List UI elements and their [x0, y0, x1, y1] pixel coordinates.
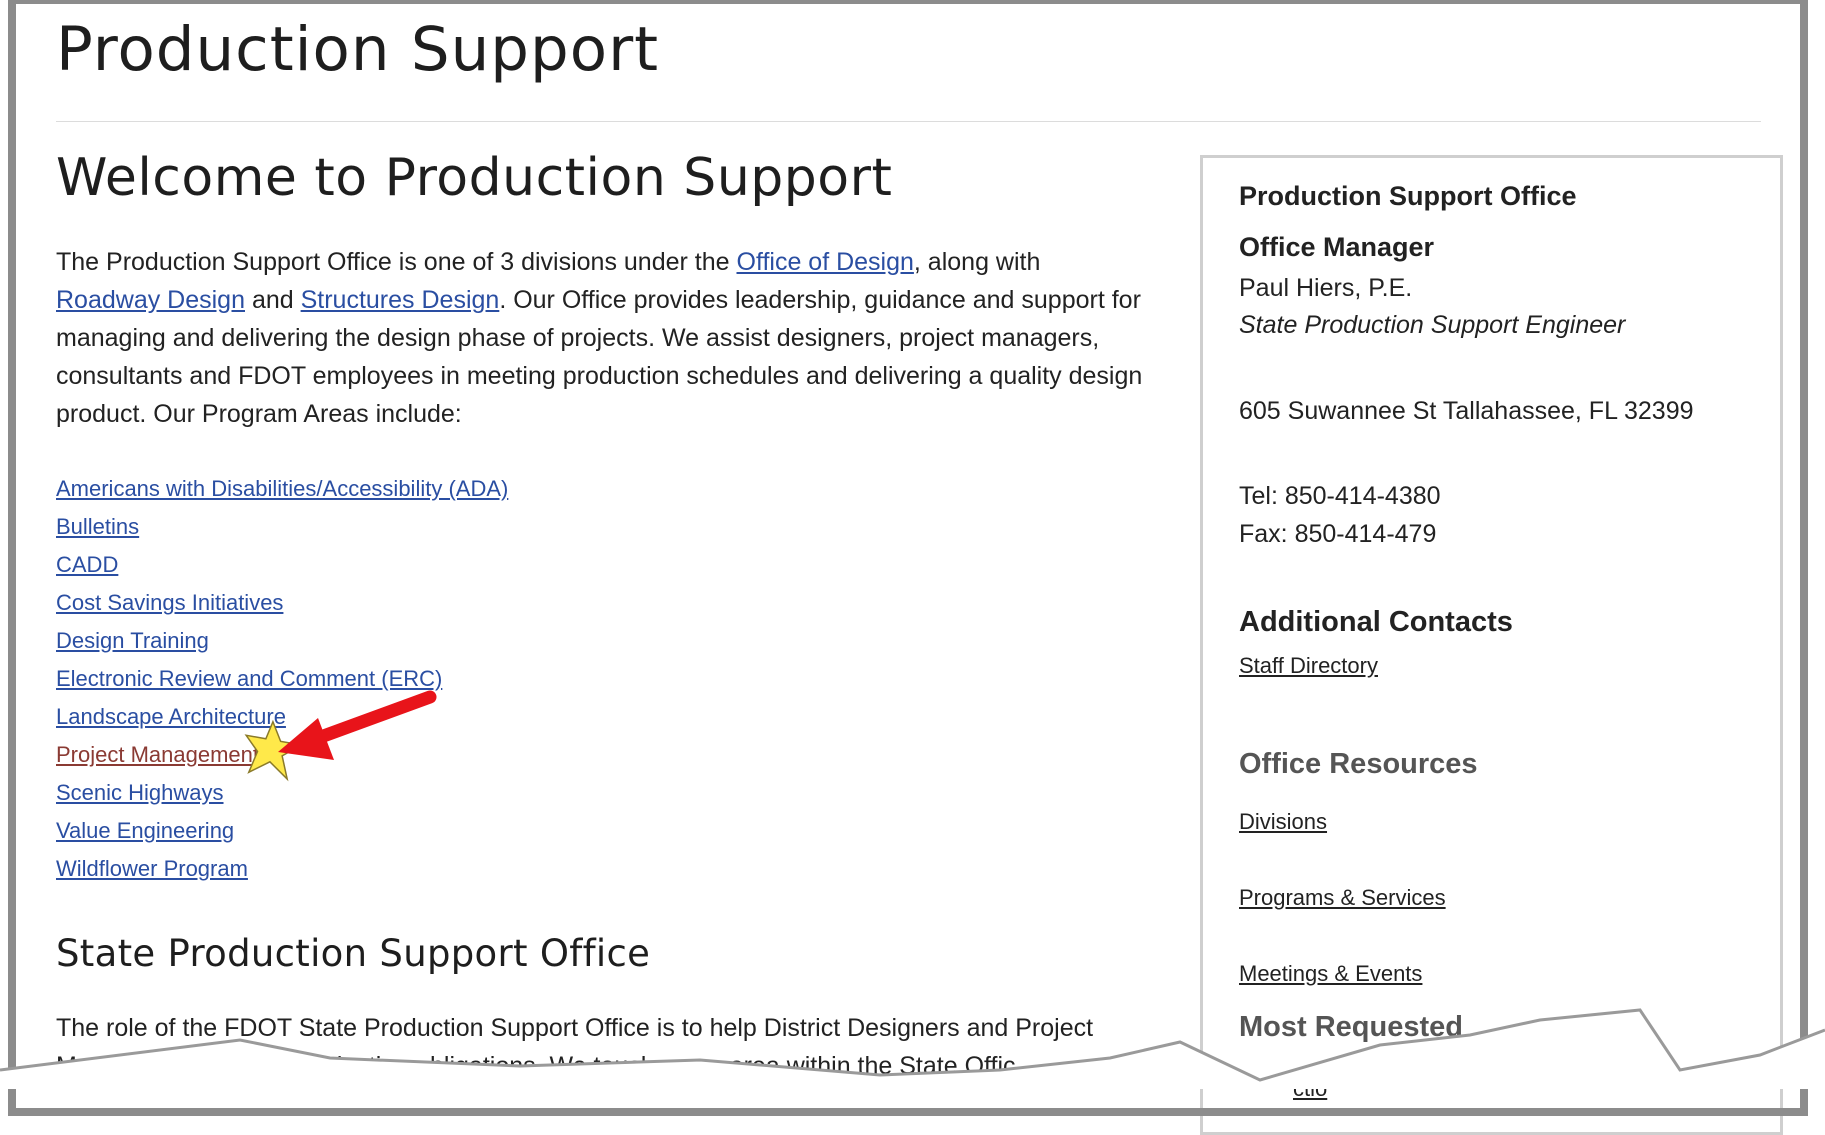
- program-link-value-engineering[interactable]: Value Engineering: [56, 818, 234, 843]
- page-title: Production Support: [56, 14, 660, 85]
- sidebar-manager-heading: Office Manager: [1239, 232, 1435, 262]
- office-tel: Tel: 850-414-4380: [1239, 482, 1441, 510]
- additional-contacts-heading: Additional Contacts: [1239, 606, 1513, 638]
- structures-design-link[interactable]: Structures Design: [301, 286, 500, 314]
- state-office-text: The role of the FDOT State Production Su…: [56, 1014, 1094, 1042]
- state-office-heading: State Production Support Office: [56, 932, 651, 975]
- program-link-scenic-highways[interactable]: Scenic Highways: [56, 780, 224, 805]
- state-office-text: Mana: [56, 1052, 119, 1080]
- list-item: Wildflower Program: [56, 850, 508, 888]
- program-link-cost-savings[interactable]: Cost Savings Initiatives: [56, 590, 283, 615]
- page-frame: Production Support Welcome to Production…: [0, 0, 1825, 1135]
- list-item: Bulletins: [56, 508, 508, 546]
- list-item: Landscape Architecture: [56, 698, 508, 736]
- program-link-ada[interactable]: Americans with Disabilities/Accessibilit…: [56, 476, 508, 501]
- program-link-design-training[interactable]: Design Training: [56, 628, 209, 653]
- program-link-landscape[interactable]: Landscape Architecture: [56, 704, 286, 729]
- list-item: Electronic Review and Comment (ERC): [56, 660, 508, 698]
- list-item: Cost Savings Initiatives: [56, 584, 508, 622]
- office-resources-heading: Office Resources: [1239, 748, 1478, 780]
- most-requested-link[interactable]: ctio: [1293, 1076, 1327, 1102]
- manager-name: Paul Hiers, P.E.: [1239, 274, 1413, 302]
- state-office-text: duction obligations. We touch every area…: [328, 1052, 1016, 1080]
- program-link-cadd[interactable]: CADD: [56, 552, 118, 577]
- welcome-heading: Welcome to Production Support: [56, 148, 893, 208]
- intro-paragraph: The Production Support Office is one of …: [56, 243, 1181, 433]
- program-link-project-management[interactable]: Project Management: [56, 742, 259, 767]
- intro-text: The Production Support Office is one of …: [56, 248, 737, 276]
- list-item: Americans with Disabilities/Accessibilit…: [56, 470, 508, 508]
- roadway-design-link[interactable]: Roadway Design: [56, 286, 245, 314]
- intro-text: , along with: [913, 248, 1041, 276]
- divisions-link[interactable]: Divisions: [1239, 809, 1327, 835]
- list-item: Scenic Highways: [56, 774, 508, 812]
- office-fax: Fax: 850-414-479: [1239, 520, 1437, 548]
- office-of-design-link[interactable]: Office of Design: [737, 248, 914, 276]
- program-link-bulletins[interactable]: Bulletins: [56, 514, 139, 539]
- office-address: 605 Suwannee St Tallahassee, FL 32399: [1239, 397, 1694, 425]
- state-office-paragraph: The role of the FDOT State Production Su…: [56, 1009, 1181, 1085]
- header-divider: [56, 121, 1761, 122]
- manager-role: State Production Support Engineer: [1239, 311, 1626, 339]
- meetings-events-link[interactable]: Meetings & Events: [1239, 961, 1422, 987]
- list-item: CADD: [56, 546, 508, 584]
- intro-text: and: [245, 286, 301, 314]
- staff-directory-link[interactable]: Staff Directory: [1239, 653, 1378, 679]
- programs-services-link[interactable]: Programs & Services: [1239, 885, 1446, 911]
- list-item: Project Management: [56, 736, 508, 774]
- program-areas-list: Americans with Disabilities/Accessibilit…: [56, 470, 508, 888]
- program-link-wildflower[interactable]: Wildflower Program: [56, 856, 248, 881]
- list-item: Design Training: [56, 622, 508, 660]
- most-requested-heading: Most Requested: [1239, 1011, 1463, 1043]
- list-item: Value Engineering: [56, 812, 508, 850]
- program-link-erc[interactable]: Electronic Review and Comment (ERC): [56, 666, 442, 691]
- sidebar-office-title: Production Support Office: [1239, 181, 1577, 211]
- office-sidebar: Production Support Office Office Manager…: [1200, 155, 1783, 1135]
